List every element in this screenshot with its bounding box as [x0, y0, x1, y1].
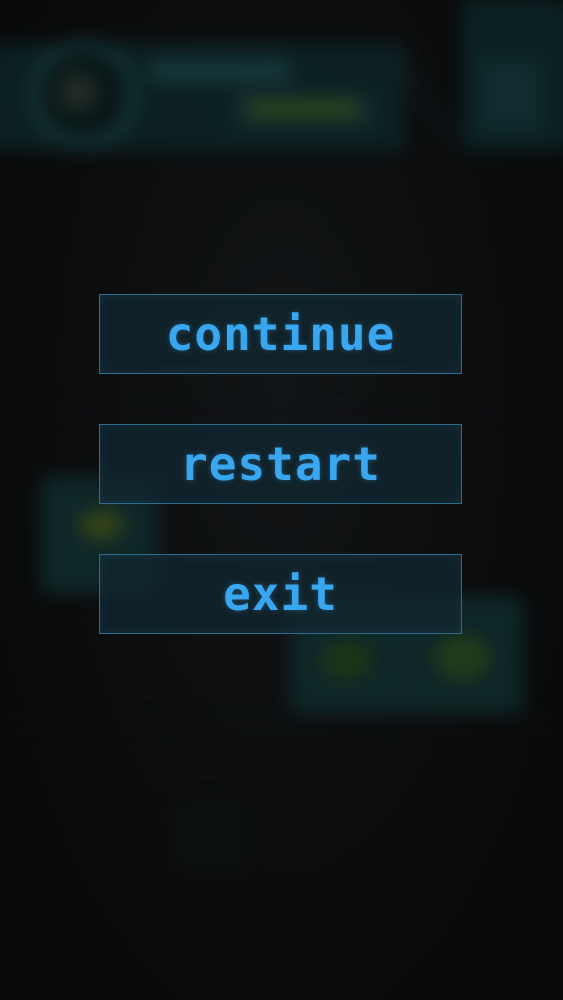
continue-button[interactable]: continue [99, 294, 462, 374]
tile-glow-icon [435, 635, 490, 680]
exit-label: exit [223, 567, 338, 621]
tile-glow-icon [322, 640, 372, 680]
hud-label-block [150, 60, 290, 82]
grid-line [0, 410, 563, 413]
grid-line [175, 800, 245, 870]
game-screen: continue restart exit [0, 0, 563, 1000]
grid-line [0, 720, 563, 723]
restart-button[interactable]: restart [99, 424, 462, 504]
restart-label: restart [180, 437, 381, 491]
exit-button[interactable]: exit [99, 554, 462, 634]
tile-glow-icon [79, 510, 124, 540]
continue-label: continue [165, 307, 396, 361]
hud-right-column [480, 60, 540, 130]
hud-field-glow [248, 100, 358, 118]
hud-avatar-icon [58, 72, 98, 112]
